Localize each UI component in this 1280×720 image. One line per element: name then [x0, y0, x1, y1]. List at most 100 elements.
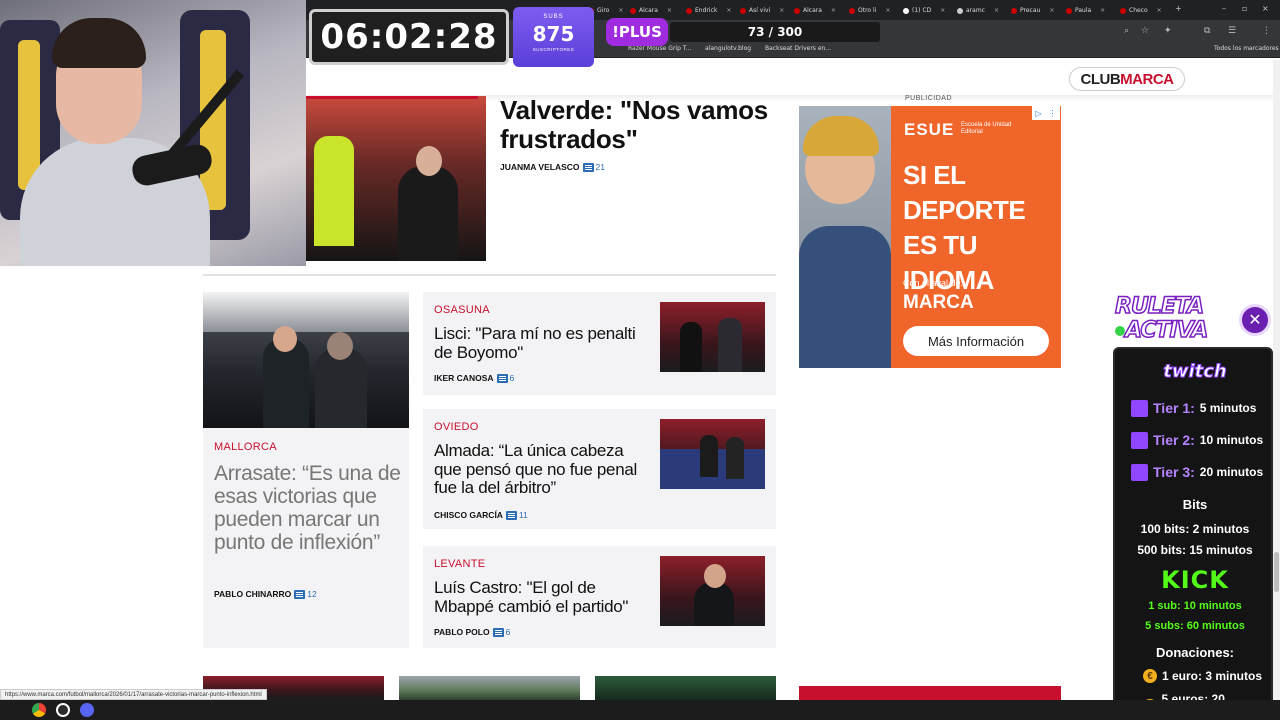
logo-text: MARCA — [1120, 70, 1174, 88]
article-headline[interactable]: Arrasate: “Es una de esas victorias que … — [214, 462, 402, 554]
author-name[interactable]: CHISCO GARCÍA — [434, 510, 503, 520]
article-headline[interactable]: Lisci: "Para mí no es penalti de Boyomo" — [434, 324, 649, 362]
extension-icon[interactable]: ✦ — [1164, 26, 1172, 36]
ad-cta-button[interactable]: Más Información — [903, 326, 1049, 356]
tab-favicon — [1011, 7, 1017, 14]
bookmark-item[interactable]: Todos los marcadores — [1214, 45, 1279, 52]
section-divider — [203, 274, 776, 276]
ad-banner[interactable] — [799, 686, 1061, 700]
ad-choices[interactable]: ▷ ⋮ — [1032, 106, 1060, 120]
close-icon[interactable]: × — [940, 7, 945, 14]
article-thumbnail[interactable] — [660, 419, 765, 489]
tab-label: Otro li — [858, 7, 877, 14]
article-image[interactable] — [203, 292, 409, 428]
author-name[interactable]: JUANMA VELASCO — [500, 162, 580, 172]
article-kicker[interactable]: OSASUNA — [434, 304, 490, 316]
obs-icon[interactable] — [56, 703, 70, 717]
comment-count[interactable]: 12 — [294, 589, 317, 599]
close-icon[interactable]: × — [1100, 7, 1105, 14]
comment-count[interactable]: 11 — [505, 510, 528, 520]
article-image[interactable] — [306, 96, 486, 261]
article-thumbnail[interactable] — [660, 556, 765, 626]
comment-number: 21 — [595, 162, 605, 172]
adchoices-icon[interactable]: ▷ — [1035, 109, 1041, 118]
search-icon[interactable]: ⌕ — [1124, 26, 1129, 36]
minimize-icon[interactable]: – — [1222, 4, 1226, 13]
app-icon[interactable] — [80, 703, 94, 717]
browser-tab[interactable]: Así vivi × — [740, 3, 784, 18]
author-name[interactable]: PABLO POLO — [434, 627, 490, 637]
browser-tab[interactable]: (1) CD × — [903, 3, 945, 18]
new-tab-button[interactable]: + — [1175, 4, 1182, 13]
article-kicker[interactable]: OVIEDO — [434, 421, 479, 433]
close-icon[interactable]: ⋮ — [1049, 109, 1057, 118]
page-scrollbar[interactable] — [1273, 60, 1280, 700]
star-icon[interactable]: ☆ — [1141, 26, 1149, 36]
scrollbar-thumb[interactable] — [1274, 552, 1279, 592]
close-icon[interactable]: × — [779, 7, 784, 14]
close-icon[interactable]: × — [1049, 7, 1054, 14]
bookmark-item[interactable]: alangulotv.blog — [705, 45, 751, 52]
browser-tab[interactable]: Alcara × — [794, 3, 836, 18]
article-headline[interactable]: Almada: “La única cabeza que pensó que n… — [434, 441, 649, 498]
maximize-icon[interactable]: ▫ — [1242, 4, 1247, 13]
article-kicker[interactable]: MALLORCA — [214, 441, 277, 453]
puzzle-icon[interactable]: ⧉ — [1204, 26, 1210, 36]
tab-label: Así vivi — [749, 7, 771, 14]
donation-panel: twitch Tier 1: 5 minutos Tier 2: 10 minuto… — [1113, 347, 1273, 720]
tier-row: Tier 3: 20 minutos — [1131, 462, 1263, 482]
tab-label: Precau — [1020, 7, 1041, 14]
close-window-icon[interactable]: × — [1262, 4, 1269, 13]
logo-text: CLUB — [1080, 70, 1121, 88]
coach-figure — [398, 166, 458, 261]
bookmark-item[interactable]: Razer Mouse Grip T... — [628, 45, 691, 52]
tab-favicon — [849, 7, 855, 14]
comment-count[interactable]: 21 — [582, 162, 605, 172]
article-headline[interactable]: Valverde: "Nos vamos frustrados" — [500, 96, 780, 153]
tab-favicon — [1066, 7, 1072, 14]
article-image[interactable] — [399, 676, 580, 700]
twitch-icon — [1131, 463, 1148, 481]
browser-tab[interactable]: aramc × — [957, 3, 999, 18]
article-thumbnail[interactable] — [660, 302, 765, 372]
tier-value: 5 minutos — [1199, 401, 1257, 415]
comment-icon — [505, 510, 517, 520]
close-icon[interactable]: × — [667, 7, 672, 14]
close-icon[interactable]: × — [831, 7, 836, 14]
bookmark-item[interactable]: Backseat Drivers en... — [765, 45, 831, 52]
ad-aval: Con el aval de: — [903, 278, 964, 288]
webcam-feed — [0, 0, 306, 266]
article-byline: CHISCO GARCÍA 11 — [434, 510, 528, 520]
close-icon[interactable]: × — [885, 7, 890, 14]
chrome-icon[interactable] — [32, 703, 46, 717]
browser-tab[interactable]: Checo × — [1120, 3, 1162, 18]
person-head — [704, 564, 726, 588]
clubmarca-logo[interactable]: CLUB MARCA — [1069, 67, 1185, 91]
comment-count[interactable]: 6 — [496, 373, 514, 383]
comment-icon — [294, 589, 306, 599]
browser-tab[interactable]: Endrick × — [686, 3, 731, 18]
bits-item: 100 bits: 2 minutos — [1140, 522, 1250, 536]
close-icon[interactable]: × — [994, 7, 999, 14]
sidebar-icon[interactable]: ☰ — [1228, 26, 1236, 36]
advertisement[interactable]: ESUE Escuela de Unidad Editorial SI EL D… — [799, 106, 1061, 368]
tab-label: Checo — [1129, 7, 1148, 14]
comment-number: 6 — [505, 627, 511, 637]
comment-number: 11 — [518, 510, 528, 520]
ad-headline-line: SI EL — [903, 160, 966, 190]
close-icon[interactable]: × — [618, 7, 623, 14]
browser-tab[interactable]: Alcara × — [630, 3, 672, 18]
comment-icon — [582, 162, 594, 172]
article-headline[interactable]: Luís Castro: "El gol de Mbappé cambió el… — [434, 578, 649, 616]
close-icon[interactable]: × — [726, 7, 731, 14]
article-kicker[interactable]: LEVANTE — [434, 558, 485, 570]
author-name[interactable]: PABLO CHINARRO — [214, 589, 291, 599]
menu-icon[interactable]: ⋮ — [1262, 26, 1271, 36]
article-image[interactable] — [595, 676, 776, 700]
browser-tab[interactable]: Paula × — [1066, 3, 1105, 18]
comment-count[interactable]: 6 — [492, 627, 511, 637]
browser-tab[interactable]: Otro li × — [849, 3, 890, 18]
browser-tab[interactable]: Precau × — [1011, 3, 1054, 18]
close-icon[interactable]: × — [1157, 7, 1162, 14]
author-name[interactable]: IKER CANOSA — [434, 373, 494, 383]
